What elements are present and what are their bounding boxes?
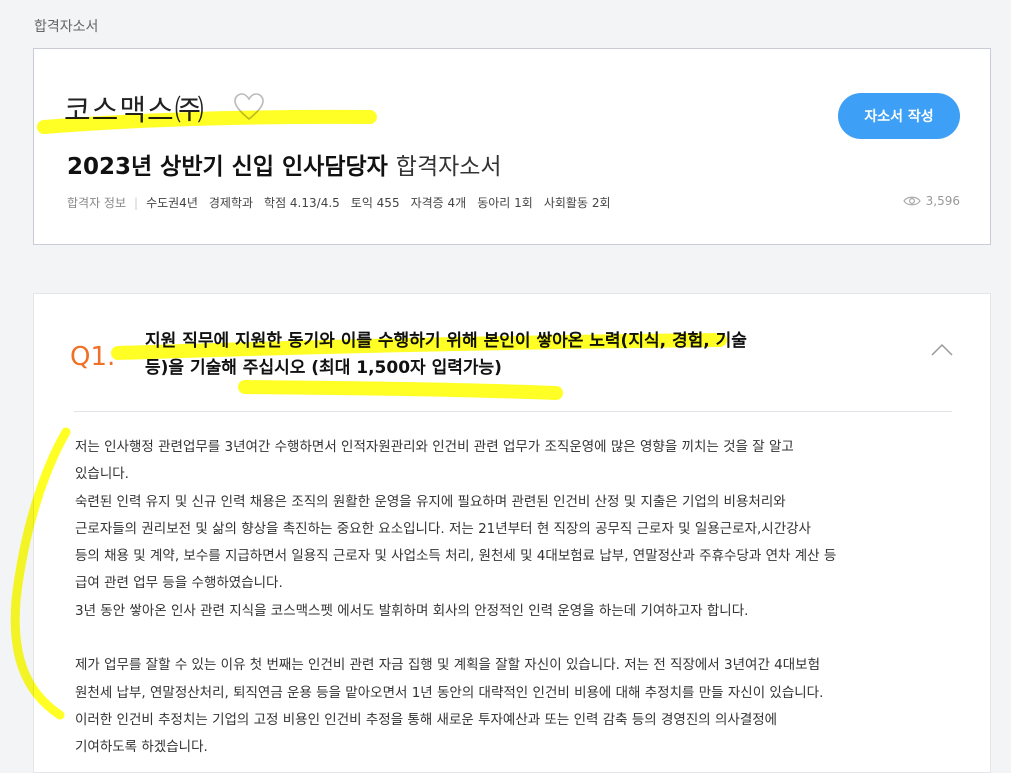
answer-line: 3년 동안 쌓아온 인사 관련 지식을 코스맥스펫 에서도 발휘하며 회사의 안… [75, 602, 749, 619]
question-text-line: 등)을 기술해 주십시오 (최대 1,500자 입력가능) [145, 358, 502, 378]
heart-icon[interactable] [234, 93, 264, 121]
info-certificates: 자격증 4개 [410, 196, 467, 210]
question-text-line: 지원 직무에 지원한 동기와 이를 수행하기 위해 본인이 쌓아온 노력(지식,… [145, 331, 747, 351]
company-header-card: 코스맥스㈜ 2023년 상반기 신입 인사담당자 합격자소서 자소서 작성 합격자… [33, 48, 991, 245]
page-title: 2023년 상반기 신입 인사담당자 합격자소서 [67, 147, 502, 181]
answer-line: 기여하도록 하겠습니다. [75, 739, 208, 756]
answer-line: 제가 업무를 잘할 수 있는 이유 첫 번째는 인건비 관련 자금 집행 및 계… [75, 657, 821, 674]
answer-line: 이러한 인건비 추정치는 기업의 고정 비용인 인건비 추정을 통해 새로운 투… [75, 711, 778, 728]
info-major: 경제학과 [208, 196, 254, 210]
question-number: Q1. [70, 342, 116, 372]
applicant-info: 합격자 정보 | 수도권4년 경제학과 학점 4.13/4.5 토익 455 자… [67, 194, 622, 211]
view-count: 3,596 [902, 194, 960, 208]
answer-line: 있습니다. [75, 466, 129, 483]
chevron-up-icon[interactable] [931, 343, 953, 357]
title-main: 2023년 상반기 신입 인사담당자 [67, 154, 388, 180]
question-card: Q1. 지원 직무에 지원한 동기와 이를 수행하기 위해 본인이 쌓아온 노력… [33, 293, 991, 773]
answer-line: 숙련된 인력 유지 및 신규 인력 채용은 조직의 원활한 운영을 유지에 필요… [75, 493, 786, 510]
answer-line: 급여 관련 업무 등을 수행하였습니다. [75, 575, 283, 592]
info-toeic: 토익 455 [350, 196, 400, 210]
info-clubs: 동아리 1회 [477, 196, 533, 210]
answer-text: 저는 인사행정 관련업무를 3년여간 수행하면서 인적자원관리와 인건비 관련 … [75, 434, 975, 762]
answer-line: 원천세 납부, 연말정산처리, 퇴직연금 운용 등을 맡아오면서 1년 동안의 … [75, 684, 824, 701]
breadcrumb: 합격자소서 [34, 19, 99, 35]
company-name: 코스맥스㈜ [64, 93, 205, 127]
info-label: 합격자 정보 [67, 196, 127, 210]
answer-line: 근로자들의 권리보전 및 삶의 향상을 촉진하는 중요한 요소입니다. 저는 2… [75, 520, 811, 537]
info-divider: | [134, 195, 139, 210]
write-resume-button[interactable]: 자소서 작성 [838, 93, 960, 139]
answer-blank-line [75, 625, 975, 652]
info-gpa: 학점 4.13/4.5 [264, 196, 340, 210]
answer-line: 저는 인사행정 관련업무를 3년여간 수행하면서 인적자원관리와 인건비 관련 … [75, 439, 794, 455]
divider [74, 411, 952, 412]
question-text: 지원 직무에 지원한 동기와 이를 수행하기 위해 본인이 쌓아온 노력(지식,… [145, 328, 855, 382]
answer-line: 등의 채용 및 계약, 보수를 지급하면서 일용직 근로자 및 사업소득 처리,… [75, 548, 837, 565]
info-school: 수도권4년 [146, 196, 198, 210]
info-social: 사회활동 2회 [543, 196, 611, 210]
view-count-value: 3,596 [925, 194, 960, 208]
title-suffix: 합격자소서 [395, 154, 502, 180]
eye-icon [902, 196, 921, 206]
